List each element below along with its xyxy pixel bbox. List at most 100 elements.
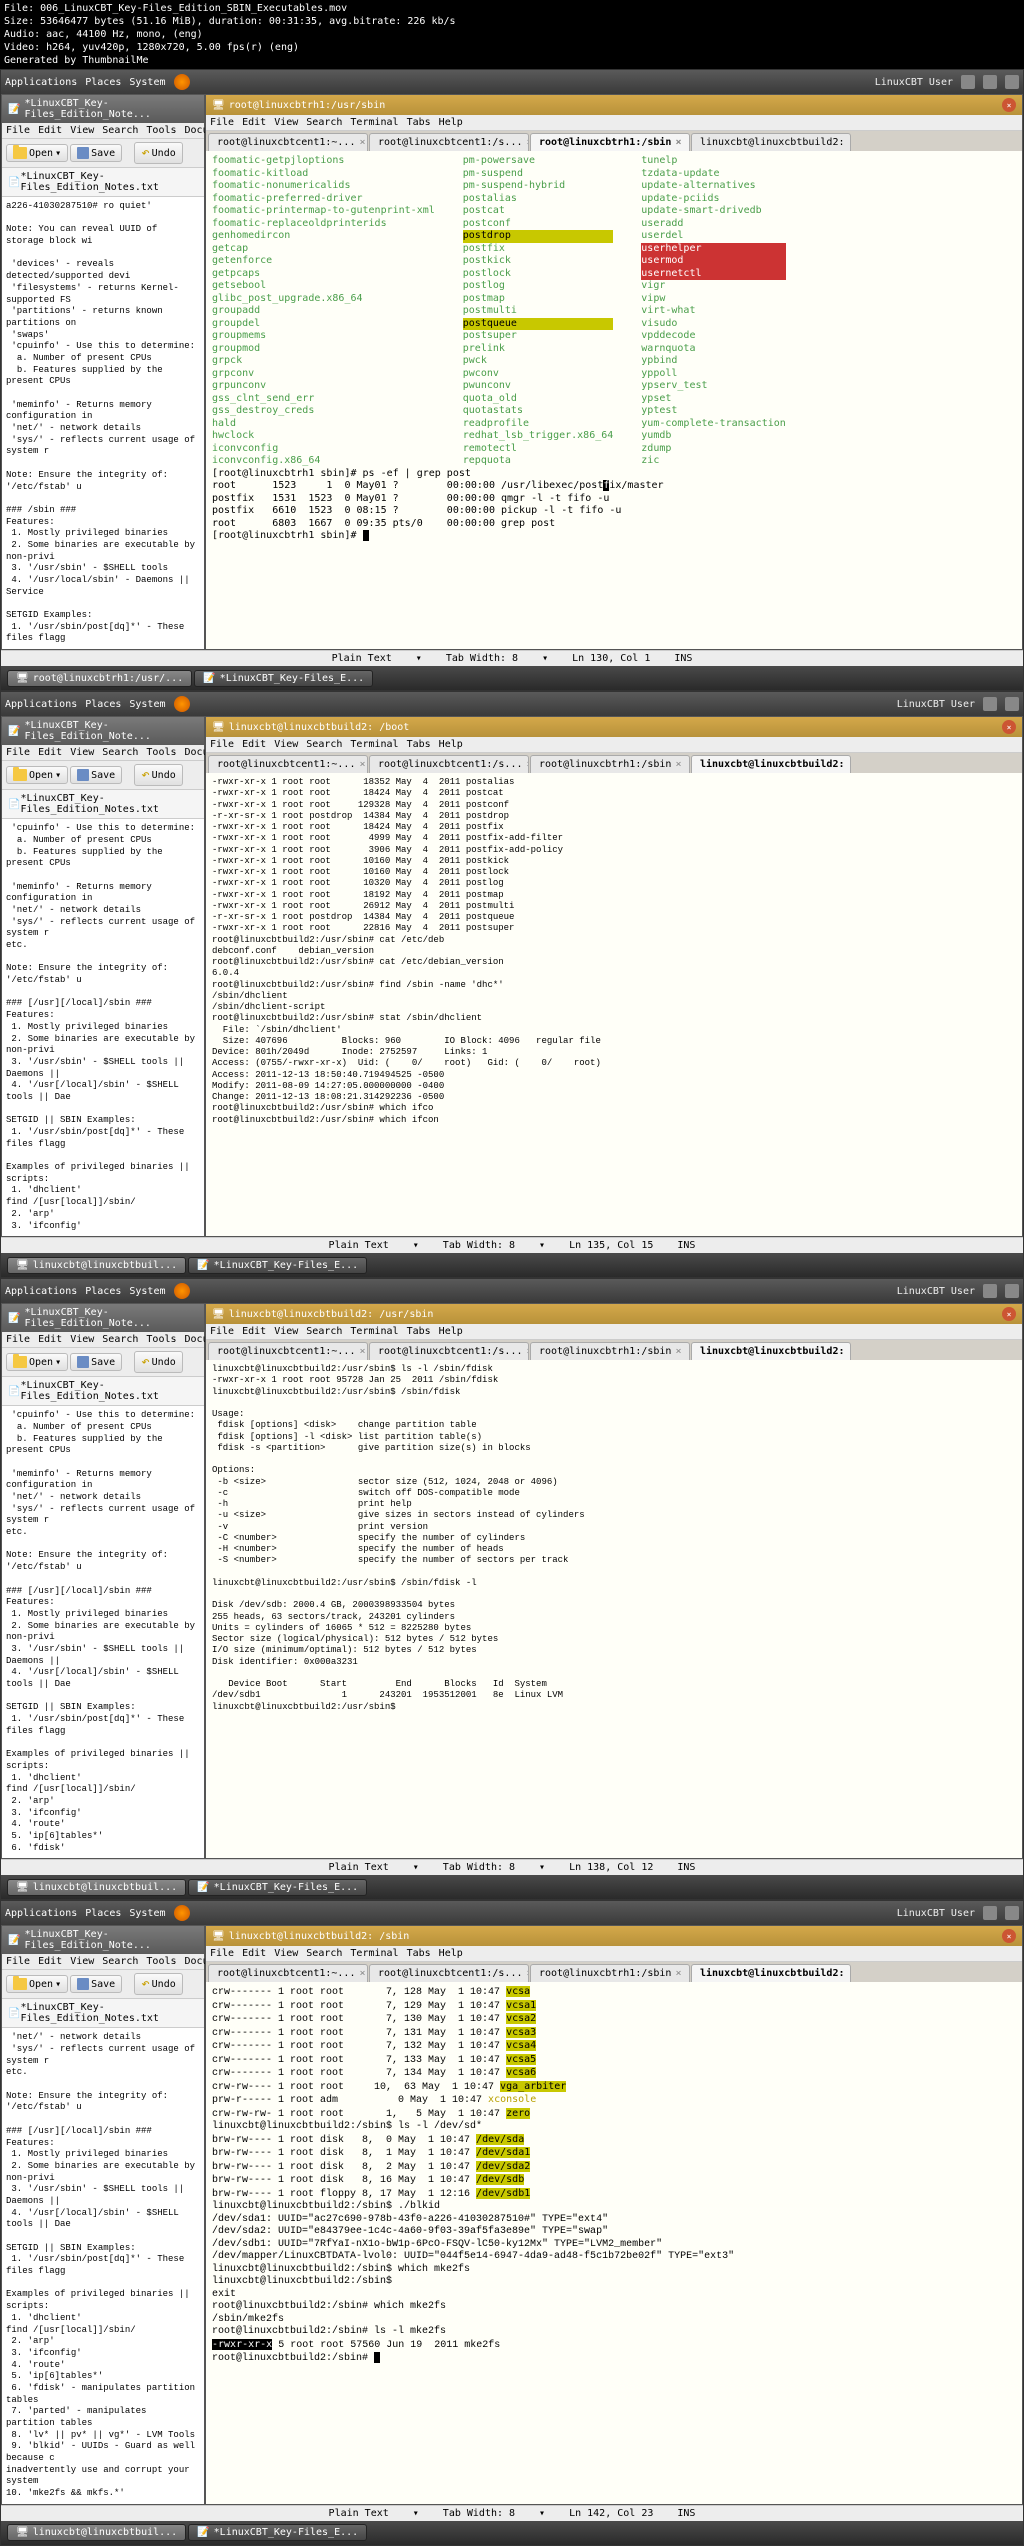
gedit-titlebar[interactable]: 📝*LinuxCBT_Key-Files_Edition_Note... bbox=[2, 717, 204, 745]
gedit-content[interactable]: 'net/' - network details 'sys/' - reflec… bbox=[2, 2028, 204, 2504]
term-menu-edit[interactable]: Edit bbox=[242, 117, 266, 128]
terminal-menubar: File Edit View Search Terminal Tabs Help bbox=[206, 115, 1022, 131]
task-terminal[interactable]: 🖥root@linuxcbtrh1:/usr/... bbox=[7, 670, 192, 687]
terminal-content[interactable]: crw------- 1 root root 7, 128 May 1 10:4… bbox=[206, 1982, 1022, 2504]
save-icon bbox=[77, 147, 89, 159]
video-metadata: File: 006_LinuxCBT_Key-Files_Edition_SBI… bbox=[0, 0, 1024, 69]
term-tab-4[interactable]: linuxcbt@linuxcbtbuild2: /...× bbox=[691, 133, 851, 151]
taskbar: 🖥linuxcbt@linuxcbtbuil... 📝*LinuxCBT_Key… bbox=[1, 1253, 1023, 1277]
term-menu-search[interactable]: Search bbox=[306, 117, 342, 128]
menu-file[interactable]: File bbox=[6, 125, 30, 136]
open-button[interactable]: Open▾ bbox=[6, 144, 68, 162]
undo-button[interactable]: Undo bbox=[134, 1973, 183, 1995]
term-menu-terminal[interactable]: Terminal bbox=[350, 117, 398, 128]
open-button[interactable]: Open▾ bbox=[6, 766, 68, 784]
gedit-menubar: File Edit View Search Tools Documents He… bbox=[2, 123, 204, 139]
gedit-tab[interactable]: 📄*LinuxCBT_Key-Files_Edition_Notes.txt bbox=[2, 790, 204, 819]
menu-view[interactable]: View bbox=[70, 125, 94, 136]
close-icon[interactable]: × bbox=[1002, 98, 1016, 112]
applications-menu[interactable]: Applications bbox=[5, 699, 77, 710]
term-tab-2[interactable]: root@linuxcbtcent1:/s...× bbox=[369, 755, 529, 773]
screenshot-1: Applications Places System LinuxCBT User… bbox=[0, 69, 1024, 691]
system-menu[interactable]: System bbox=[129, 699, 165, 710]
task-gedit[interactable]: 📝*LinuxCBT_Key-Files_E... bbox=[194, 670, 373, 687]
save-button[interactable]: Save bbox=[70, 144, 122, 162]
firefox-icon[interactable] bbox=[174, 74, 190, 90]
term-tab-1[interactable]: root@linuxcbtcent1:~...× bbox=[208, 755, 368, 773]
term-tab-1[interactable]: root@linuxcbtcent1:~...× bbox=[208, 133, 368, 151]
menu-edit[interactable]: Edit bbox=[38, 125, 62, 136]
terminal-tabs: root@linuxcbtcent1:~...× root@linuxcbtce… bbox=[206, 131, 1022, 151]
save-button[interactable]: Save bbox=[70, 1975, 122, 1993]
gedit-window: 📝*LinuxCBT_Key-Files_Edition_Note... Fil… bbox=[1, 1925, 205, 2505]
terminal-window: 🖥linuxcbt@linuxcbtbuild2: /boot× FileEdi… bbox=[205, 716, 1023, 1237]
network-icon[interactable] bbox=[961, 75, 975, 89]
user-label: LinuxCBT User bbox=[897, 699, 975, 710]
statusbar: Plain Text▾ Tab Width: 8▾ Ln 130, Col 1 … bbox=[1, 650, 1023, 666]
save-button[interactable]: Save bbox=[70, 766, 122, 784]
gedit-window: 📝*LinuxCBT_Key-Files_Edition_Note... Fil… bbox=[1, 716, 205, 1237]
places-menu[interactable]: Places bbox=[85, 77, 121, 88]
firefox-icon[interactable] bbox=[174, 696, 190, 712]
term-tab-3[interactable]: root@linuxcbtrh1:/sbin× bbox=[530, 133, 690, 151]
terminal-menubar: FileEditViewSearchTerminalTabsHelp bbox=[206, 737, 1022, 753]
statusbar: Plain Text▾ Tab Width: 8▾ Ln 135, Col 15… bbox=[1, 1237, 1023, 1253]
firefox-icon[interactable] bbox=[174, 1283, 190, 1299]
gedit-content[interactable]: 'cpuinfo' - Use this to determine: a. Nu… bbox=[2, 819, 204, 1236]
term-tab-3[interactable]: root@linuxcbtrh1:/sbin× bbox=[530, 755, 690, 773]
gedit-content[interactable]: 'cpuinfo' - Use this to determine: a. Nu… bbox=[2, 1406, 204, 1858]
terminal-content[interactable]: foomatic-getpjloptionsfoomatic-kitloadfo… bbox=[206, 151, 1022, 649]
gedit-toolbar: Open▾ Save Undo bbox=[2, 139, 204, 168]
term-tab-4[interactable]: linuxcbt@linuxcbtbuild2: /...× bbox=[691, 755, 851, 773]
gnome-panel: Applications Places System LinuxCBT User bbox=[1, 692, 1023, 716]
applications-menu[interactable]: Applications bbox=[5, 77, 77, 88]
close-icon[interactable]: × bbox=[527, 137, 530, 148]
task-gedit[interactable]: 📝*LinuxCBT_Key-Files_E... bbox=[188, 1257, 367, 1274]
screenshot-3: Applications Places System LinuxCBT User… bbox=[0, 1278, 1024, 1900]
open-button[interactable]: Open▾ bbox=[6, 1975, 68, 1993]
open-button[interactable]: Open▾ bbox=[6, 1353, 68, 1371]
terminal-window: 🖥linuxcbt@linuxcbtbuild2: /sbin× FileEdi… bbox=[205, 1925, 1023, 2505]
terminal-window: 🖥linuxcbt@linuxcbtbuild2: /usr/sbin× Fil… bbox=[205, 1303, 1023, 1859]
menu-search[interactable]: Search bbox=[102, 125, 138, 136]
undo-button[interactable]: Undo bbox=[134, 1351, 183, 1373]
terminal-titlebar[interactable]: 🖥root@linuxcbtrh1:/usr/sbin× bbox=[206, 95, 1022, 115]
term-menu-file[interactable]: File bbox=[210, 117, 234, 128]
screenshot-4: Applications Places System LinuxCBT User… bbox=[0, 1900, 1024, 2546]
places-menu[interactable]: Places bbox=[85, 699, 121, 710]
gnome-panel: Applications Places System LinuxCBT User bbox=[1, 70, 1023, 94]
terminal-content[interactable]: -rwxr-xr-x 1 root root 18352 May 4 2011 … bbox=[206, 773, 1022, 1236]
term-tab-2[interactable]: root@linuxcbtcent1:/s...× bbox=[369, 133, 529, 151]
close-icon[interactable]: × bbox=[359, 137, 365, 148]
undo-button[interactable]: Undo bbox=[134, 764, 183, 786]
close-icon[interactable]: × bbox=[1002, 1929, 1016, 1943]
terminal-titlebar[interactable]: 🖥linuxcbt@linuxcbtbuild2: /boot× bbox=[206, 717, 1022, 737]
task-terminal[interactable]: 🖥linuxcbt@linuxcbtbuil... bbox=[7, 1257, 186, 1274]
menu-tools[interactable]: Tools bbox=[146, 125, 176, 136]
gedit-titlebar[interactable]: 📝*LinuxCBT_Key-Files_Edition_Note... bbox=[2, 95, 204, 123]
gnome-panel: Applications Places System LinuxCBT User bbox=[1, 1279, 1023, 1303]
sound-icon[interactable] bbox=[1005, 697, 1019, 711]
gedit-tab[interactable]: 📄*LinuxCBT_Key-Files_Edition_Notes.txt bbox=[2, 168, 204, 197]
close-icon[interactable]: × bbox=[1002, 720, 1016, 734]
power-icon[interactable] bbox=[1005, 75, 1019, 89]
system-menu[interactable]: System bbox=[129, 77, 165, 88]
undo-icon bbox=[141, 145, 149, 161]
terminal-content[interactable]: linuxcbt@linuxcbtbuild2:/usr/sbin$ ls -l… bbox=[206, 1360, 1022, 1858]
folder-icon bbox=[13, 147, 27, 159]
gedit-content[interactable]: a226-41030287510# ro quiet' Note: You ca… bbox=[2, 197, 204, 649]
terminal-tabs: root@linuxcbtcent1:~...× root@linuxcbtce… bbox=[206, 753, 1022, 773]
sound-icon[interactable] bbox=[983, 75, 997, 89]
term-menu-tabs[interactable]: Tabs bbox=[407, 117, 431, 128]
save-button[interactable]: Save bbox=[70, 1353, 122, 1371]
term-menu-help[interactable]: Help bbox=[439, 117, 463, 128]
firefox-icon[interactable] bbox=[174, 1905, 190, 1921]
gedit-window: 📝*LinuxCBT_Key-Files_Edition_Note... Fil… bbox=[1, 94, 205, 650]
network-icon[interactable] bbox=[983, 697, 997, 711]
gedit-toolbar: Open▾ Save Undo bbox=[2, 761, 204, 790]
term-menu-view[interactable]: View bbox=[274, 117, 298, 128]
close-icon[interactable]: × bbox=[675, 137, 681, 148]
user-label: LinuxCBT User bbox=[875, 77, 953, 88]
close-icon[interactable]: × bbox=[1002, 1307, 1016, 1321]
undo-button[interactable]: Undo bbox=[134, 142, 183, 164]
